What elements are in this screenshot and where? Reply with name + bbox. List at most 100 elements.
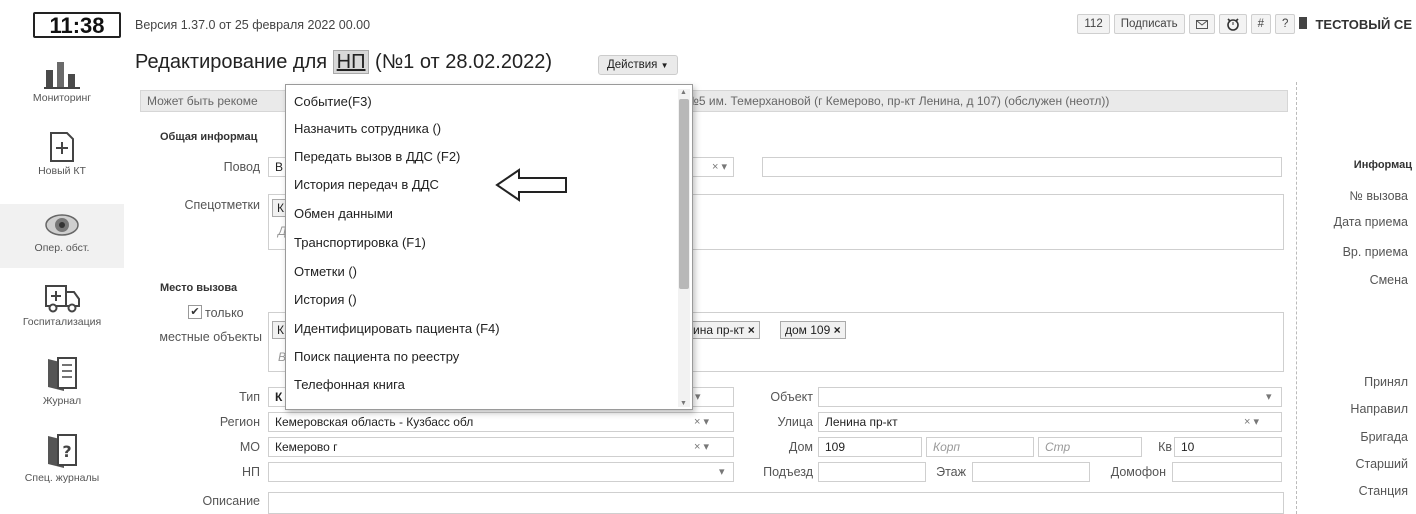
topbar-actions: 112 Подписать # ? ТЕСТОВЫЙ СЕ [1077,13,1412,35]
station-label: Станция [1358,484,1408,498]
actions-dropdown-button[interactable]: Действия ▼ [598,55,678,75]
pointer-arrow-icon [495,168,567,202]
mo-select[interactable]: Кемерово г [268,437,734,457]
scroll-down-icon[interactable]: ▼ [680,400,687,407]
object-label: Объект [770,390,813,404]
menu-item-transfer-dds[interactable]: Передать вызов в ДДС (F2) [294,144,460,170]
np-dropdown-icon[interactable]: ▾ [719,465,725,478]
korp-input[interactable]: Корп [926,437,1034,457]
menu-item-search-registry[interactable]: Поиск пациента по реестру [294,344,459,370]
recommendation-start: Может быть рекоме [147,94,258,108]
chart-icon [44,62,80,89]
menu-item-assign-employee[interactable]: Назначить сотрудника () [294,116,441,142]
help-button[interactable]: ? [1275,14,1296,34]
alarm-clock-icon[interactable] [1218,14,1247,34]
reason-extra-field[interactable] [762,157,1282,177]
menu-item-transfer-history[interactable]: История передач в ДДС [294,172,439,198]
actions-menu: Событие(F3) Назначить сотрудника () Пере… [285,84,693,410]
mo-clear-icon[interactable]: × ▾ [694,440,709,453]
menu-item-history[interactable]: История () [294,287,357,313]
journal-icon [48,357,77,391]
sidebar-item-label: Журнал [42,395,82,407]
region-clear-icon[interactable]: × ▾ [694,415,709,428]
title-prefix: Редактирование для [135,51,328,73]
general-info-heading: Общая информац [160,131,258,143]
clock: 11:38 [33,12,121,38]
floor-input[interactable] [972,462,1090,482]
accept-date-label: Дата приема [1333,215,1408,229]
region-label: Регион [219,415,260,429]
np-select[interactable] [268,462,734,482]
only-label: только [205,306,244,320]
intercom-label: Домофон [1110,465,1166,479]
title-suffix: (№1 от 28.02.2022) [375,51,552,73]
floor-label: Этаж [936,465,966,479]
call-no-label: № вызова [1349,189,1408,203]
only-local-checkbox[interactable]: ✔ [188,305,202,319]
object-dropdown-icon[interactable]: ▾ [1266,390,1272,403]
description-input[interactable] [268,492,1284,514]
address-tag-street[interactable]: ина пр-кт × [689,321,760,339]
eye-icon [45,214,79,236]
entrance-label: Подъезд [763,465,813,479]
sidebar-item-new-kt[interactable]: Новый КТ [0,131,124,187]
call-count-badge[interactable]: 112 [1077,14,1110,34]
sidebar-item-label: Спец. журналы [24,472,100,484]
menu-item-marks[interactable]: Отметки () [294,259,357,285]
menu-scrollbar[interactable]: ▲ ▼ [678,89,690,407]
region-select[interactable]: Кемеровская область - Кузбасс обл [268,412,734,432]
sidebar-item-label: Новый КТ [38,165,86,177]
special-marks-label: Спецотметки [184,198,260,212]
mail-icon[interactable] [1188,14,1215,34]
panel-divider [1296,82,1297,514]
local-objects-label: местные объекты [159,330,262,344]
menu-item-data-exchange[interactable]: Обмен данными [294,201,393,227]
page-title: Редактирование для НП (№1 от 28.02.2022) [135,50,552,74]
info-heading: Информац [1353,159,1412,171]
menu-item-event[interactable]: Событие(F3) [294,89,372,115]
reason-label: Повод [223,160,260,174]
shift-label: Смена [1369,273,1408,287]
sidebar-item-spec-journals[interactable]: ? Спец. журналы [0,432,124,496]
question-book-icon: ? [48,434,77,468]
actions-label: Действия [607,59,658,71]
kv-label: Кв [1158,440,1172,454]
scroll-up-icon[interactable]: ▲ [680,89,687,96]
senior-label: Старший [1355,457,1408,471]
intercom-input[interactable] [1172,462,1282,482]
menu-item-phone-book[interactable]: Телефонная книга [294,372,405,398]
menu-scroll-thumb[interactable] [679,99,689,289]
street-label: Улица [777,415,814,429]
new-document-icon [50,132,74,162]
hash-button[interactable]: # [1250,14,1272,34]
version-text: Версия 1.37.0 от 25 февраля 2022 00.00 [135,18,371,32]
sidebar-item-monitoring[interactable]: Мониторинг [0,56,124,118]
accept-time-label: Вр. приема [1342,245,1408,259]
sidebar-item-label: Госпитализация [22,316,102,328]
sidebar: 11:38 Мониторинг Новый КТ Опер. обст. Го… [0,0,124,514]
str-input[interactable]: Стр [1038,437,1142,457]
sidebar-item-journal[interactable]: Журнал [0,355,124,421]
house-input[interactable]: 109 [818,437,922,457]
ambulance-icon [45,285,80,313]
object-select[interactable] [818,387,1282,407]
type-label: Тип [239,390,260,404]
call-place-heading: Место вызова [160,282,238,294]
address-tag-house[interactable]: дом 109 × [780,321,846,339]
entrance-input[interactable] [818,462,926,482]
svg-text:?: ? [62,442,71,461]
sidebar-item-hospitalization[interactable]: Госпитализация [0,280,124,344]
sidebar-item-oper[interactable]: Опер. обст. [0,204,124,268]
np-link[interactable]: НП [332,50,370,74]
sidebar-item-label: Мониторинг [32,92,92,104]
street-select[interactable]: Ленина пр-кт [818,412,1282,432]
reason-clear-icon[interactable]: × ▾ [712,160,727,173]
street-clear-icon[interactable]: × ▾ [1244,415,1259,428]
sidebar-item-label: Опер. обст. [34,242,90,254]
sign-button[interactable]: Подписать [1113,14,1185,34]
menu-item-transportation[interactable]: Транспортировка (F1) [294,230,426,256]
menu-item-identify-patient[interactable]: Идентифицировать пациента (F4) [294,316,500,342]
sent-label: Направил [1350,402,1408,416]
recommendation-tail: №5 им. Темерхановой (г Кемерово, пр-кт Л… [686,94,1110,108]
kv-input[interactable]: 10 [1174,437,1282,457]
